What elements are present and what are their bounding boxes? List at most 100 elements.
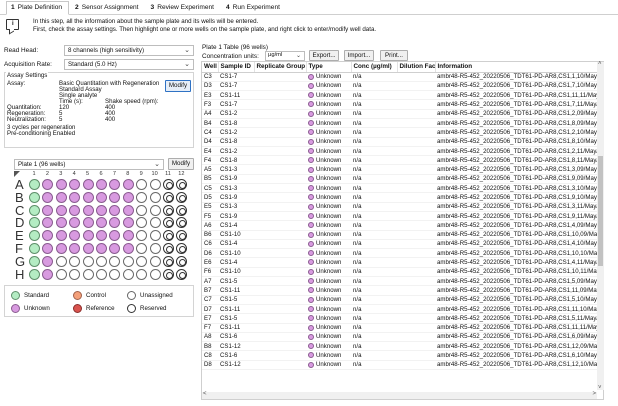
table-row[interactable]: B5 CS1-9 Unknown n/a ambr48-R5-452_20220506_… [202,174,599,185]
table-row[interactable]: B6 CS1-10 Unknown n/a ambr48-R5-452_20220506… [202,230,599,240]
plate-well[interactable] [136,217,148,229]
plate-well[interactable] [163,255,174,267]
plate-well[interactable] [149,230,161,242]
plate-well[interactable] [42,204,54,216]
column-header[interactable]: Information [435,62,600,73]
assay-modify-button[interactable]: Modify [165,80,191,92]
table-row[interactable]: F6 CS1-10 Unknown n/a ambr48-R5-452_20220506… [202,267,599,278]
table-row[interactable]: F4 CS1-8 Unknown n/a ambr48-R5-452_20220506_… [202,155,599,166]
plate-well[interactable] [29,217,40,229]
plate-table[interactable]: Well Sample ID Replicate Group Type Conc (µg… [201,61,604,400]
table-row[interactable]: D3 CS1-7 Unknown n/a ambr48-R5-452_20220506_… [202,81,599,92]
plate-well[interactable] [29,243,40,254]
scroll-right-icon[interactable]: ˃ [592,391,596,397]
plate-well[interactable] [82,217,94,229]
column-header[interactable]: Well [202,62,219,73]
column-header[interactable]: Dilution Factor [397,62,436,73]
read-head-select[interactable]: 8 channels (high sensitivity) ⌄ [64,45,194,56]
plate-well[interactable] [109,255,121,267]
plate-well[interactable] [136,243,148,254]
plate-column-label[interactable]: 7 [108,171,120,177]
plate-well[interactable] [176,255,188,267]
plate-well[interactable] [163,268,174,280]
plate-well[interactable] [96,191,107,203]
plate-well[interactable] [149,268,161,280]
plate-column-label[interactable]: 1 [28,171,40,177]
tab-sensor-assignment[interactable]: 2 Sensor Assignment [71,2,144,14]
plate-well[interactable] [55,204,67,216]
plate-well[interactable] [69,179,81,190]
plate-well[interactable] [163,204,174,216]
plate-well[interactable] [109,217,121,229]
plate-row-label[interactable]: H [15,268,25,281]
plate-well[interactable] [69,217,81,229]
plate-well[interactable] [136,191,148,203]
scroll-up-icon[interactable]: ˄ [598,61,602,67]
plate-well[interactable] [109,268,121,280]
plate-well[interactable] [122,217,134,229]
plate-well[interactable] [122,191,134,203]
plate-column-label[interactable]: 10 [149,171,161,177]
plate-well[interactable] [96,268,107,280]
sample-plate[interactable]: 1 2 3 4 5 6 7 8 9 10 11 12 A B C D E F G H [14,171,194,282]
plate-well[interactable] [149,217,161,229]
plate-well[interactable] [122,179,134,190]
plate-column-label[interactable]: 9 [135,171,147,177]
table-row[interactable]: E3 CS1-11 Unknown n/a ambr48-R5-452_20220506… [202,90,599,101]
plate-well[interactable] [55,230,67,242]
plate-well[interactable] [29,179,40,190]
table-row[interactable]: B7 CS1-11 Unknown n/a ambr48-R5-452_20220506… [202,285,599,296]
plate-well[interactable] [109,230,121,242]
table-row[interactable]: F7 CS1-11 Unknown n/a ambr48-R5-452_20220506… [202,323,599,333]
table-row[interactable]: E7 CS1-5 Unknown n/a ambr48-R5-452_20220506_… [202,313,599,324]
plate-well[interactable] [55,243,67,254]
plate-well[interactable] [96,255,107,267]
plate-column-label[interactable]: 8 [122,171,134,177]
plate-well[interactable] [176,230,188,242]
table-row[interactable]: C6 CS1-4 Unknown n/a ambr48-R5-452_20220506_… [202,239,599,250]
plate-well[interactable] [42,243,54,254]
plate-well[interactable] [122,255,134,267]
plate-well[interactable] [42,217,54,229]
plate-well[interactable] [149,191,161,203]
table-row[interactable]: D7 CS1-11 Unknown n/a ambr48-R5-452_20220506… [202,304,599,315]
plate-well[interactable] [136,204,148,216]
table-row[interactable]: C7 CS1-5 Unknown n/a ambr48-R5-452_20220506_… [202,295,599,305]
plate-well[interactable] [42,268,54,280]
plate-column-label[interactable]: 4 [68,171,80,177]
plate-well[interactable] [42,179,54,190]
plate-well[interactable] [149,204,161,216]
plate-modify-button[interactable]: Modify [168,158,194,170]
plate-well[interactable] [109,243,121,254]
table-row[interactable]: B8 CS1-12 Unknown n/a ambr48-R5-452_20220506… [202,341,599,352]
plate-well[interactable] [163,217,174,229]
plate-well[interactable] [29,230,40,242]
table-row[interactable]: E6 CS1-4 Unknown n/a ambr48-R5-452_20220506_… [202,257,599,268]
plate-well[interactable] [82,179,94,190]
plate-well[interactable] [55,268,67,280]
table-row[interactable]: C4 CS1-2 Unknown n/a ambr48-R5-452_20220506_… [202,127,599,138]
table-row[interactable]: F3 CS1-7 Unknown n/a ambr48-R5-452_20220506_… [202,99,599,110]
scroll-left-icon[interactable]: ˂ [203,391,207,397]
table-row[interactable]: A5 CS1-3 Unknown n/a ambr48-R5-452_20220506_… [202,164,599,175]
plate-well[interactable] [55,255,67,267]
plate-well[interactable] [55,191,67,203]
plate-well[interactable] [136,179,148,190]
table-row[interactable]: A6 CS1-4 Unknown n/a ambr48-R5-452_20220506_… [202,220,599,231]
plate-well[interactable] [163,179,174,190]
vertical-scrollbar[interactable]: ˄ ˅ [597,61,604,391]
plate-well[interactable] [163,191,174,203]
plate-well[interactable] [149,255,161,267]
export-button[interactable]: Export... [309,50,339,61]
import-button[interactable]: Import... [344,50,374,61]
table-row[interactable]: B4 CS1-8 Unknown n/a ambr48-R5-452_20220506_… [202,118,599,129]
table-row[interactable]: C3 CS1-7 Unknown n/a ambr48-R5-452_20220506_… [202,72,599,82]
plate-well[interactable] [69,255,81,267]
scroll-down-icon[interactable]: ˅ [598,385,602,391]
plate-well[interactable] [122,243,134,254]
plate-well[interactable] [109,191,121,203]
plate-well[interactable] [69,268,81,280]
plate-well[interactable] [29,255,40,267]
plate-well[interactable] [149,243,161,254]
plate-column-label[interactable]: 11 [162,171,174,177]
